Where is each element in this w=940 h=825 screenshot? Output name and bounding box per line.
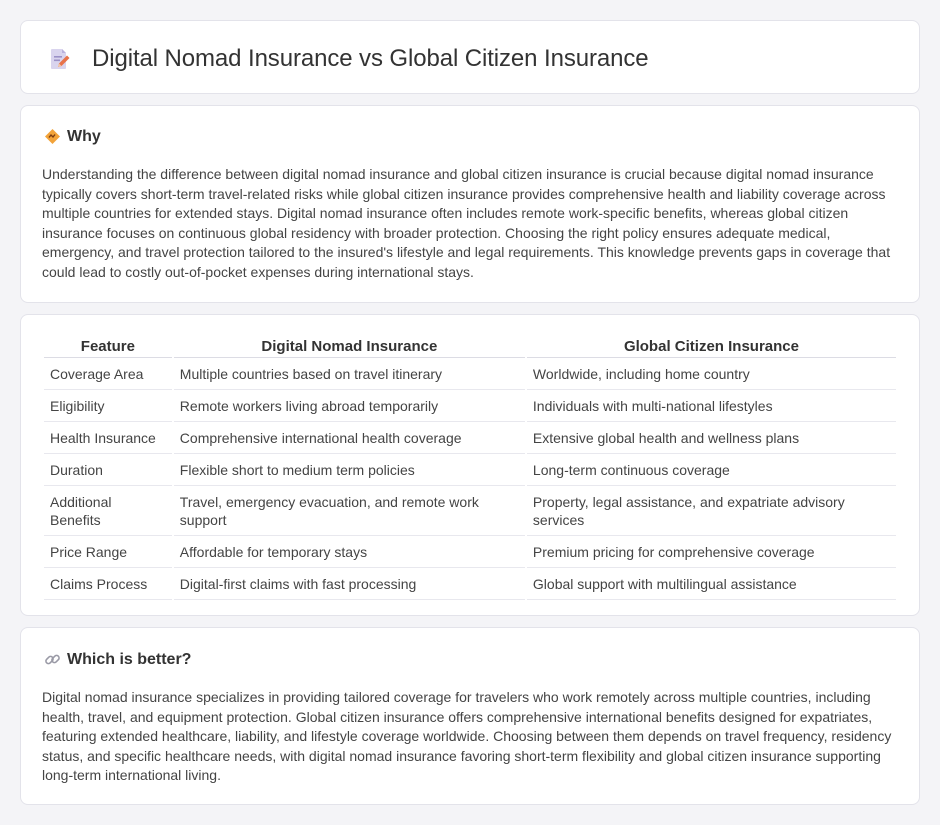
header-card: Digital Nomad Insurance vs Global Citize… <box>20 20 920 94</box>
global-citizen-cell: Premium pricing for comprehensive covera… <box>526 536 896 568</box>
digital-nomad-cell: Multiple countries based on travel itine… <box>173 358 525 390</box>
which-is-better-section: Which is better? Digital nomad insurance… <box>20 627 920 805</box>
column-header-digital-nomad: Digital Nomad Insurance <box>173 337 525 358</box>
global-citizen-cell: Long-term continuous coverage <box>526 454 896 486</box>
feature-cell: Claims Process <box>44 568 172 600</box>
table-row: Eligibility Remote workers living abroad… <box>44 390 896 422</box>
column-header-feature: Feature <box>44 337 172 358</box>
digital-nomad-cell: Remote workers living abroad temporarily <box>173 390 525 422</box>
global-citizen-cell: Property, legal assistance, and expatria… <box>526 486 896 536</box>
global-citizen-cell: Extensive global health and wellness pla… <box>526 422 896 454</box>
digital-nomad-cell: Digital-first claims with fast processin… <box>173 568 525 600</box>
comparison-section: Feature Digital Nomad Insurance Global C… <box>20 314 920 616</box>
feature-cell: Price Range <box>44 536 172 568</box>
diamond-sign-icon <box>44 128 61 145</box>
document-edit-icon <box>47 47 71 71</box>
which-is-better-body: Digital nomad insurance specializes in p… <box>42 689 892 783</box>
table-row: Price Range Affordable for temporary sta… <box>44 536 896 568</box>
feature-cell: Eligibility <box>44 390 172 422</box>
link-icon <box>44 651 61 668</box>
which-is-better-heading: Which is better? <box>67 651 192 668</box>
digital-nomad-cell: Flexible short to medium term policies <box>173 454 525 486</box>
table-row: Additional Benefits Travel, emergency ev… <box>44 486 896 536</box>
table-row: Coverage Area Multiple countries based o… <box>44 358 896 390</box>
global-citizen-cell: Worldwide, including home country <box>526 358 896 390</box>
feature-cell: Additional Benefits <box>44 486 172 536</box>
comparison-table: Feature Digital Nomad Insurance Global C… <box>42 337 898 600</box>
why-heading: Why <box>67 128 101 145</box>
table-header-row: Feature Digital Nomad Insurance Global C… <box>44 337 896 358</box>
global-citizen-cell: Global support with multilingual assista… <box>526 568 896 600</box>
page-title: Digital Nomad Insurance vs Global Citize… <box>92 45 649 72</box>
digital-nomad-cell: Affordable for temporary stays <box>173 536 525 568</box>
digital-nomad-cell: Travel, emergency evacuation, and remote… <box>173 486 525 536</box>
feature-cell: Coverage Area <box>44 358 172 390</box>
why-section: Why Understanding the difference between… <box>20 105 920 303</box>
global-citizen-cell: Individuals with multi-national lifestyl… <box>526 390 896 422</box>
why-body: Understanding the difference between dig… <box>42 166 891 280</box>
table-row: Health Insurance Comprehensive internati… <box>44 422 896 454</box>
digital-nomad-cell: Comprehensive international health cover… <box>173 422 525 454</box>
table-row: Claims Process Digital-first claims with… <box>44 568 896 600</box>
feature-cell: Health Insurance <box>44 422 172 454</box>
table-row: Duration Flexible short to medium term p… <box>44 454 896 486</box>
feature-cell: Duration <box>44 454 172 486</box>
column-header-global-citizen: Global Citizen Insurance <box>526 337 896 358</box>
